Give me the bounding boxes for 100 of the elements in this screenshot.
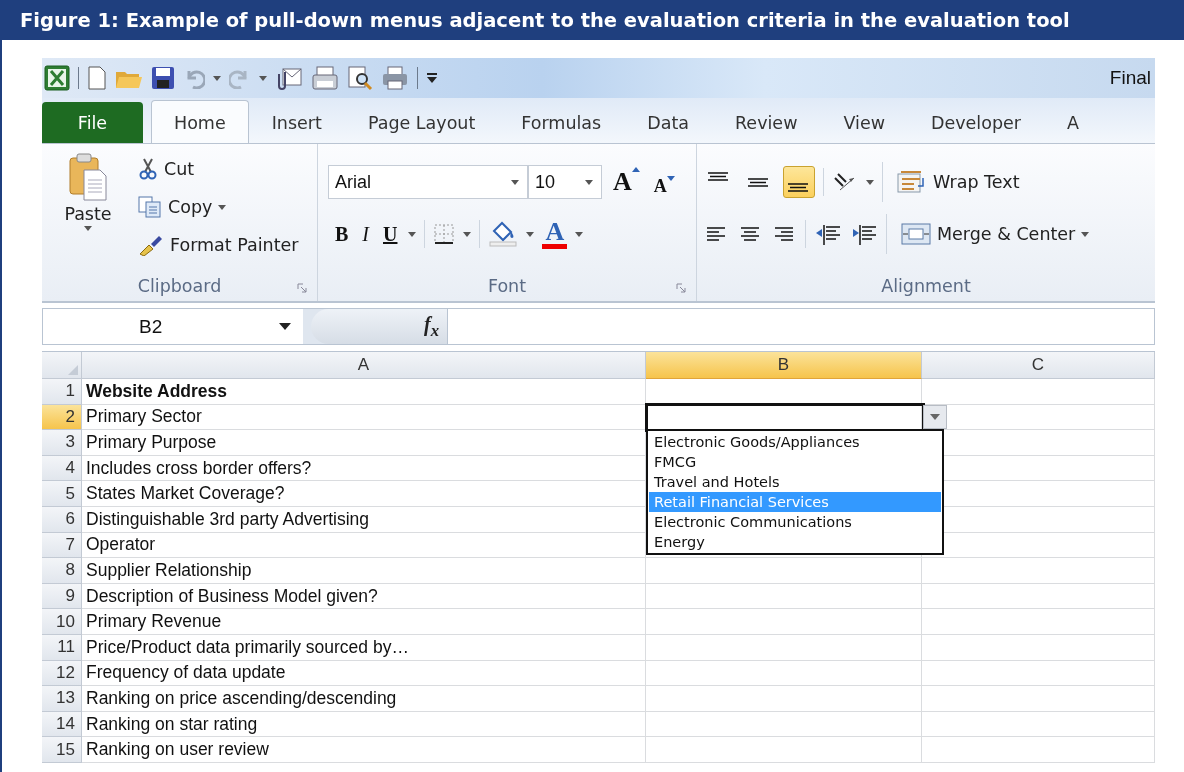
row-header[interactable]: 11 [42,634,82,661]
up-triangle-icon [631,167,640,172]
caret-icon [463,231,472,237]
row-header[interactable]: 3 [42,430,82,456]
table-cell: Ranking on star rating [82,711,646,738]
column-header[interactable]: B [646,352,922,379]
caret-icon [218,204,227,210]
table-cell: Primary Revenue [82,609,646,635]
print-preview-icon[interactable] [347,65,373,91]
italic-button[interactable]: I [359,222,372,246]
merge-center-button[interactable]: Merge & Center [899,217,1092,251]
paste-button[interactable]: Paste [48,152,128,271]
font-family-dropdown[interactable]: Arial [328,165,528,199]
table-cell: Distinguishable 3rd party Advertising [82,506,646,533]
dialog-launcher-icon[interactable] [297,283,307,293]
down-triangle-icon [666,175,675,181]
row-header[interactable]: 14 [42,711,82,738]
dropdown-option[interactable]: FMCG [649,452,941,473]
scissors-icon [138,158,158,180]
row-header[interactable]: 1 [42,379,82,405]
clipboard-icon [68,152,108,202]
borders-icon[interactable] [433,223,456,245]
align-lines-icon [708,172,728,181]
cut-button[interactable]: Cut [136,152,301,186]
caret-icon [213,75,221,81]
row-header[interactable]: 2 [42,404,82,431]
formula-input-field[interactable] [447,309,1154,344]
format-painter-button[interactable]: Format Painter [136,228,301,262]
spreadsheet-logo-icon[interactable] [44,65,70,91]
caret-icon [511,179,519,185]
font-color-button[interactable]: A [542,219,568,249]
column-header[interactable]: C [922,352,1155,379]
merge-cells-icon [901,222,931,246]
mail-printer-icon[interactable] [311,65,339,91]
dropdown-option[interactable]: Electronic Communications [649,512,941,533]
row-header[interactable]: 4 [42,455,82,482]
bold-button[interactable]: B [332,222,352,246]
group-label: Font [487,276,527,296]
caret-icon [585,179,593,185]
font-size-dropdown[interactable]: 10 [528,165,602,199]
caret-icon [259,75,267,81]
increase-indent-icon[interactable] [850,223,878,245]
table-cell: Ranking on user review [82,737,646,763]
ribbon-tab[interactable]: Page Layout [344,102,499,143]
shrink-font-button[interactable]: A [650,167,678,197]
row-header[interactable]: 7 [42,532,82,559]
underline-button[interactable]: U [380,222,401,246]
printer-icon[interactable] [381,65,409,91]
new-document-icon[interactable] [87,66,107,90]
table-cell: Primary Sector [82,404,646,431]
group-label: Alignment [881,276,971,296]
wrap-text-button[interactable]: Wrap Text [895,165,1022,199]
name-box[interactable]: B2 [43,309,303,344]
row-header[interactable]: 15 [42,737,82,763]
customize-menu-icon[interactable] [426,72,438,84]
row-header[interactable]: 12 [42,660,82,687]
ribbon-tab[interactable]: Formulas [498,102,625,143]
file-tab[interactable]: File [42,102,143,143]
caret-icon [526,231,535,237]
caret-icon [408,231,417,237]
column-header[interactable]: A [82,352,646,379]
table-cell: Includes cross border offers? [82,455,646,482]
row-header[interactable]: 9 [42,583,82,610]
row-header[interactable]: 5 [42,481,82,507]
row-header[interactable]: 8 [42,558,82,584]
ribbon-tab[interactable]: View [820,102,908,143]
grow-font-button[interactable]: A [610,167,643,197]
paintbrush-icon [138,234,164,256]
table-cell: Frequency of data update [82,660,646,687]
caret-icon [866,179,874,185]
row-header[interactable]: 6 [42,506,82,533]
align-lines-icon [788,183,808,192]
row-header[interactable]: 13 [42,686,82,712]
vertical-align-button[interactable] [783,166,815,198]
dropdown-option[interactable]: Energy [649,532,941,553]
window-title: Final [1109,67,1152,89]
ribbon-tab[interactable]: Data [624,102,712,143]
insert-function-button[interactable]: f$_{x}$ [424,312,439,341]
fill-bucket-icon[interactable] [488,221,519,247]
group-label: Clipboard [137,276,222,296]
ribbon-tab[interactable]: Developer [908,102,1044,143]
align-lines-icon [748,177,768,187]
email-attachment-icon[interactable] [275,66,303,90]
table-cell: Ranking on price ascending/descending [82,686,646,712]
dropdown-button[interactable] [923,404,947,429]
ribbon-tab[interactable]: Home [151,100,249,143]
ribbon-tab[interactable]: Review [712,102,821,143]
ribbon-tab[interactable]: A [1044,102,1102,143]
save-icon[interactable] [151,66,175,90]
dialog-launcher-icon[interactable] [676,283,686,293]
caret-icon [84,226,92,231]
dropdown-option[interactable]: Travel and Hotels [649,472,941,493]
decrease-indent-icon[interactable] [814,223,842,245]
ribbon-tab[interactable]: Insert [248,102,345,143]
caret-icon [575,231,584,237]
dropdown-option[interactable]: Electronic Goods/Appliances [649,432,941,453]
table-cell: States Market Coverage? [82,481,646,507]
row-header[interactable]: 10 [42,609,82,635]
copy-button[interactable]: Copy [136,190,301,224]
table-cell: Supplier Relationship [82,558,646,584]
